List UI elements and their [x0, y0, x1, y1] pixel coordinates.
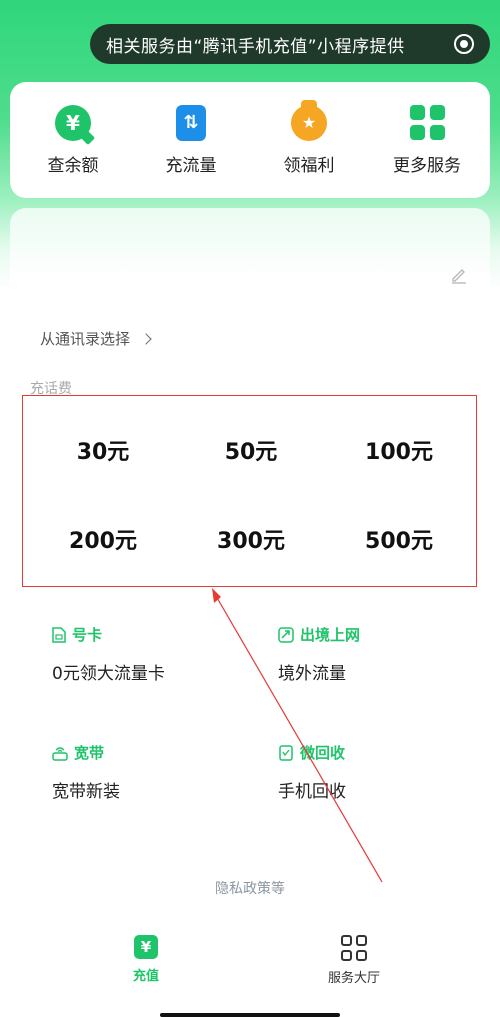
recharge-page: 相关服务由“腾讯手机充值”小程序提供 ¥ 查余额 ⇅ 充流量 ★ 领福利 更多服… — [0, 0, 500, 1017]
amount-option[interactable]: 300元 — [181, 523, 321, 555]
arrows-glyph: ⇅ — [183, 112, 199, 133]
service-tag: 号卡 — [52, 624, 165, 645]
miniprogram-provider-bar[interactable]: 相关服务由“腾讯手机充值”小程序提供 — [90, 24, 490, 64]
tab-label: 充值 — [132, 969, 159, 984]
service-tag-text: 出境上网 — [300, 626, 361, 644]
service-title: 宽带新装 — [52, 782, 120, 802]
amount-option[interactable]: 500元 — [329, 523, 469, 555]
provider-text: 相关服务由“腾讯手机充值”小程序提供 — [106, 36, 405, 57]
quick-actions-card: ¥ 查余额 ⇅ 充流量 ★ 领福利 更多服务 — [10, 82, 490, 198]
yen-glyph: ¥ — [66, 110, 80, 135]
quick-action-welfare[interactable]: ★ 领福利 — [254, 99, 364, 176]
quick-action-check-balance[interactable]: ¥ 查余额 — [18, 104, 128, 176]
grid-apps-icon — [341, 935, 367, 961]
contacts-label: 从通讯录选择 — [40, 330, 131, 348]
tab-service-hall[interactable]: 服务大厅 — [294, 935, 414, 986]
service-broadband[interactable]: 宽带 宽带新装 — [52, 742, 120, 802]
service-tag: 宽带 — [52, 742, 120, 763]
quick-action-label: 查余额 — [47, 155, 99, 176]
airplane-icon — [278, 626, 294, 643]
record-target-icon[interactable] — [454, 34, 474, 54]
amount-option[interactable]: 30元 — [33, 434, 173, 466]
amount-options-highlight-box: 30元 50元 100元 200元 300元 500元 — [22, 395, 477, 587]
phone-number-input[interactable] — [10, 208, 490, 308]
service-title: 手机回收 — [278, 782, 346, 802]
amount-option[interactable]: 100元 — [329, 434, 469, 466]
service-tag-text: 号卡 — [72, 626, 103, 644]
yen-glyph: ¥ — [140, 938, 152, 956]
tab-label: 服务大厅 — [327, 971, 380, 986]
quick-action-data-recharge[interactable]: ⇅ 充流量 — [136, 104, 246, 176]
yen-bubble-icon: ¥ — [55, 104, 96, 145]
quick-action-more-services[interactable]: 更多服务 — [372, 104, 482, 176]
pencil-icon[interactable] — [450, 266, 468, 284]
service-tag-text: 宽带 — [74, 744, 105, 762]
privacy-policy-link[interactable]: 隐私政策等 — [0, 878, 500, 898]
tab-recharge[interactable]: ¥ 充值 — [86, 935, 206, 984]
amount-option[interactable]: 200元 — [33, 523, 173, 555]
service-tag-text: 微回收 — [300, 744, 346, 762]
recycle-phone-icon — [279, 744, 293, 761]
service-title: 境外流量 — [278, 664, 346, 684]
quick-action-label: 充流量 — [165, 155, 217, 176]
select-from-contacts-link[interactable]: 从通讯录选择 — [40, 328, 152, 349]
service-tag: 出境上网 — [278, 624, 360, 645]
service-tag: 微回收 — [278, 742, 346, 763]
yen-square-icon: ¥ — [134, 935, 158, 959]
service-roaming[interactable]: 出境上网 境外流量 — [278, 624, 360, 684]
service-sim-card[interactable]: 号卡 0元领大流量卡 — [52, 624, 165, 684]
home-indicator — [160, 1013, 340, 1017]
amount-grid: 30元 50元 100元 200元 300元 500元 — [23, 396, 476, 586]
star-glyph: ★ — [301, 113, 317, 132]
service-title: 0元领大流量卡 — [52, 664, 165, 684]
wifi-router-icon — [52, 746, 68, 761]
quick-action-label: 更多服务 — [393, 155, 461, 176]
service-phone-recycle[interactable]: 微回收 手机回收 — [278, 742, 346, 802]
data-arrows-icon: ⇅ — [176, 104, 206, 141]
bottom-tab-bar: ¥ 充值 服务大厅 — [0, 925, 500, 1017]
chevron-right-icon — [140, 332, 152, 345]
sim-card-icon — [52, 626, 66, 643]
quick-action-label: 领福利 — [283, 155, 335, 176]
amount-option[interactable]: 50元 — [181, 434, 321, 466]
grid-apps-icon — [409, 104, 445, 141]
gift-bag-icon: ★ — [291, 99, 327, 141]
